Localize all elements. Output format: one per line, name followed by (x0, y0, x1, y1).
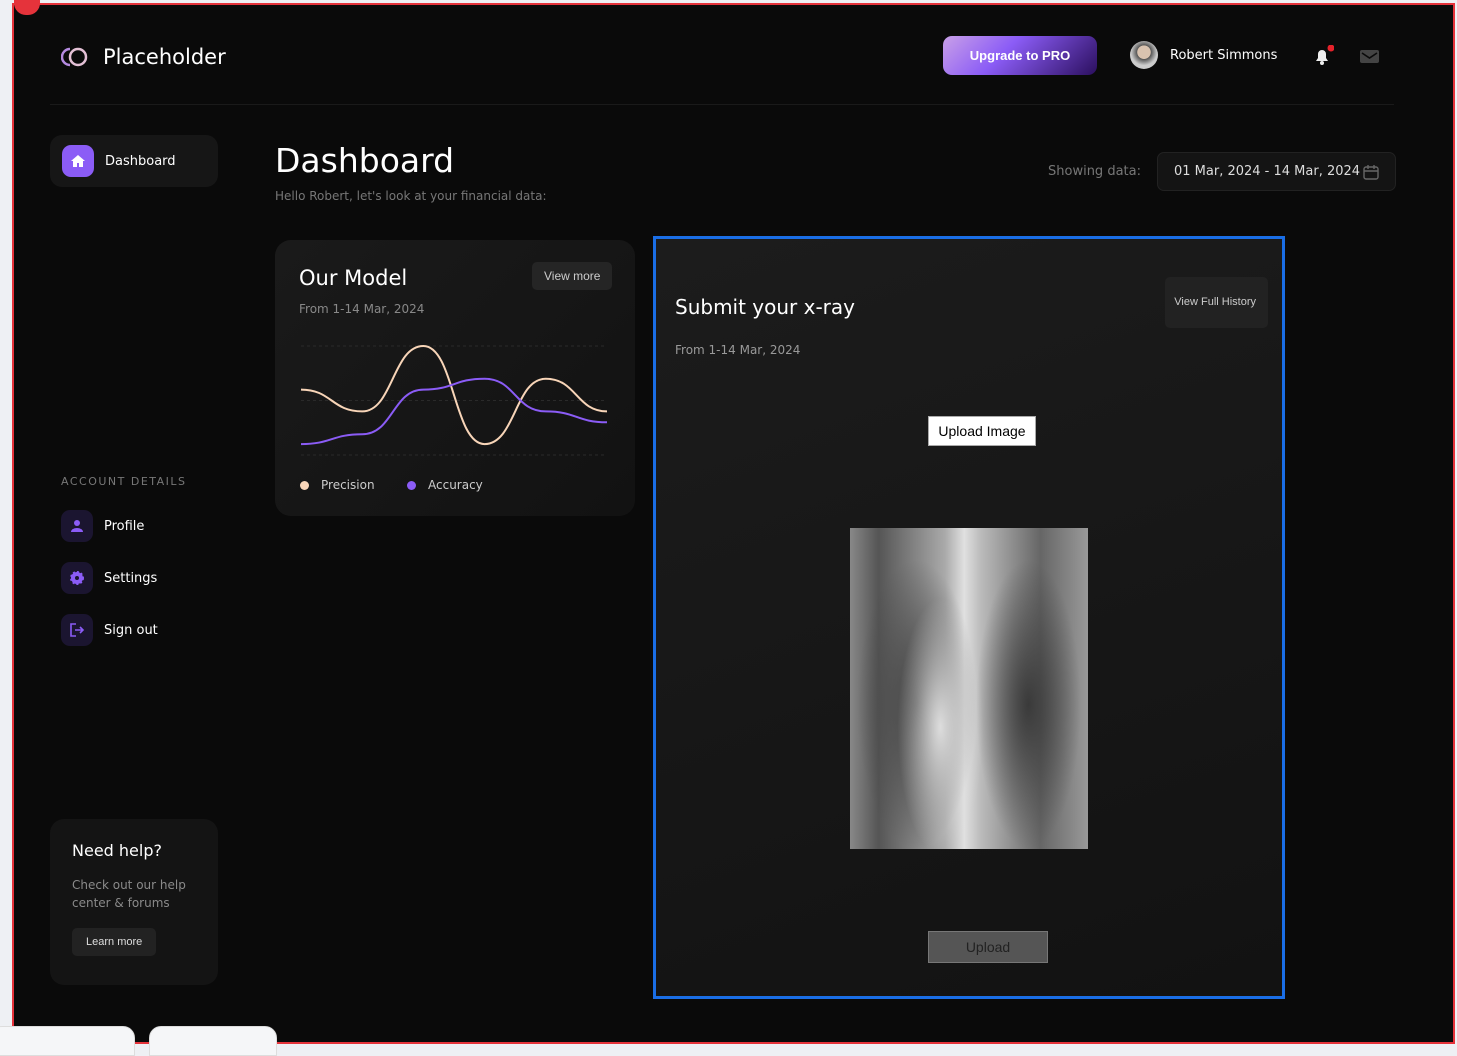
user-menu[interactable]: Robert Simmons (1130, 41, 1277, 69)
xray-image (850, 528, 1088, 849)
model-chart (300, 344, 608, 456)
taskbar-tab[interactable] (0, 1026, 135, 1056)
sign-out-icon (61, 614, 93, 646)
precision-dot (300, 480, 309, 490)
page-subtitle: Hello Robert, let's look at your financi… (275, 189, 547, 203)
bell-icon[interactable] (1312, 44, 1335, 71)
upload-image-button[interactable]: Upload Image (928, 416, 1036, 446)
logo-icon (61, 47, 88, 67)
help-text: Check out our help center & forums (72, 878, 186, 910)
legend-accuracy: Accuracy (407, 478, 483, 492)
xray-card-date: From 1-14 Mar, 2024 (675, 343, 801, 357)
date-range-value: 01 Mar, 2024 - 14 Mar, 2024 (1174, 164, 1361, 179)
upgrade-button[interactable]: Upgrade to PRO (943, 36, 1097, 75)
account-details-heading: ACCOUNT DETAILS (61, 475, 187, 488)
header-divider (50, 104, 1394, 105)
date-range-picker[interactable]: 01 Mar, 2024 - 14 Mar, 2024 (1157, 152, 1396, 191)
series-line-precision (300, 344, 608, 446)
showing-data-label: Showing data: (1048, 164, 1141, 179)
sidebar-item-label: Profile (104, 518, 145, 534)
sidebar-item-label: Settings (104, 570, 158, 586)
taskbar-tab[interactable] (149, 1026, 277, 1056)
sidebar-item-label: Dashboard (105, 153, 176, 169)
help-title: Need help? (72, 841, 162, 860)
sidebar-item-settings[interactable]: Settings (61, 562, 157, 594)
legend-precision: Precision (300, 478, 375, 492)
view-full-history-button[interactable]: View Full History (1165, 277, 1268, 328)
app-name: Placeholder (103, 45, 226, 69)
record-indicator (14, 0, 40, 15)
calendar-icon (1363, 164, 1379, 180)
xray-card: Submit your x-ray From 1-14 Mar, 2024 Vi… (653, 236, 1285, 999)
learn-more-button[interactable]: Learn more (72, 928, 157, 956)
mail-icon[interactable] (1360, 49, 1380, 69)
user-name: Robert Simmons (1170, 47, 1278, 63)
page-title: Dashboard (275, 141, 455, 180)
accuracy-dot (407, 480, 416, 490)
avatar (1130, 41, 1158, 69)
home-icon (62, 145, 94, 177)
sidebar-item-label: Sign out (104, 622, 158, 638)
app-window: Placeholder Upgrade to PRO Robert Simmon… (12, 0, 1455, 1044)
sidebar-item-profile[interactable]: Profile (61, 510, 144, 542)
sidebar-item-dashboard[interactable]: Dashboard (50, 135, 218, 187)
legend-label: Precision (321, 478, 375, 492)
help-card: Need help? Check out our help center & f… (50, 819, 218, 985)
gear-icon (61, 562, 93, 594)
series-line-accuracy (300, 377, 608, 446)
legend-label: Accuracy (428, 478, 483, 492)
user-icon (61, 510, 93, 542)
logo[interactable]: Placeholder (61, 45, 226, 69)
sidebar-item-sign-out[interactable]: Sign out (61, 614, 158, 646)
model-card: Our Model From 1-14 Mar, 2024 View more … (275, 240, 635, 516)
xray-card-title: Submit your x-ray (675, 295, 855, 319)
upload-button[interactable]: Upload (928, 931, 1048, 963)
